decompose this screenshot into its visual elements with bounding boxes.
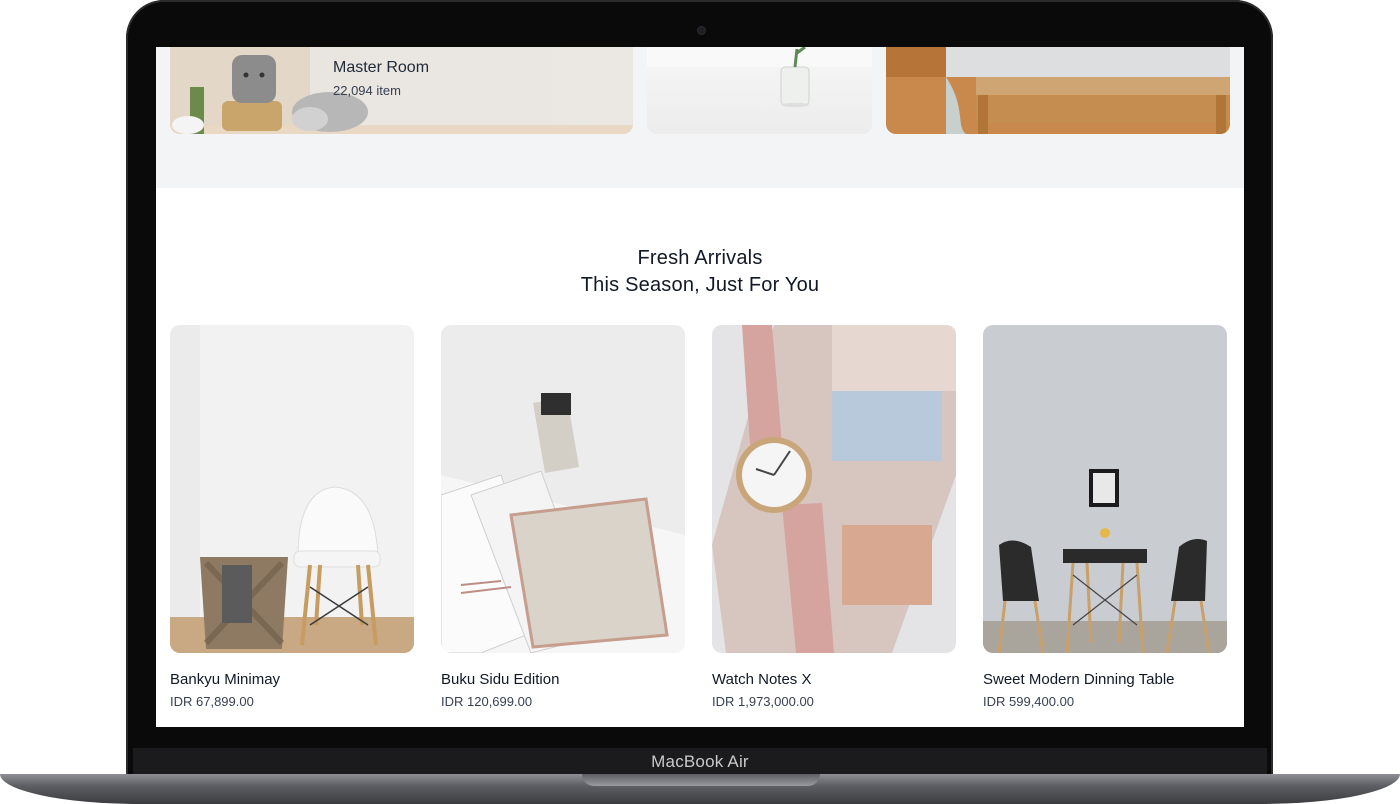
category-image xyxy=(647,47,872,107)
device-label: MacBook Air xyxy=(651,752,749,771)
product-price: IDR 67,899.00 xyxy=(170,694,254,709)
product-image[interactable] xyxy=(170,325,414,653)
camera-icon xyxy=(698,27,705,34)
product-price: IDR 120,699.00 xyxy=(441,694,533,709)
product-name[interactable]: Bankyu Minimay xyxy=(170,671,414,688)
category-count: 22,094 item xyxy=(333,83,401,98)
product-name[interactable]: Watch Notes X xyxy=(712,671,956,688)
category-title: Master Room xyxy=(333,59,430,76)
product-card[interactable]: Sweet Modern Dinning Table IDR 599,400.0… xyxy=(983,325,1227,709)
product-name[interactable]: Buku Sidu Edition xyxy=(441,671,685,688)
product-image[interactable] xyxy=(983,325,1227,653)
screen: Master Room 22,094 item Fresh Arrivals T… xyxy=(156,47,1244,727)
category-card-master-room[interactable]: Master Room 22,094 item xyxy=(170,47,633,134)
product-price: IDR 599,400.00 xyxy=(983,694,1075,709)
category-image xyxy=(886,47,1230,134)
product-name[interactable]: Sweet Modern Dinning Table xyxy=(983,671,1227,688)
product-price: IDR 1,973,000.00 xyxy=(712,694,814,709)
category-card[interactable] xyxy=(647,47,872,134)
product-card[interactable]: Bankyu Minimay IDR 67,899.00 xyxy=(170,325,414,709)
product-card[interactable]: Buku Sidu Edition IDR 120,699.00 xyxy=(441,325,685,709)
categories-section: Master Room 22,094 item xyxy=(156,47,1244,188)
laptop-notch xyxy=(582,774,820,786)
category-card[interactable] xyxy=(886,47,1230,134)
product-card[interactable]: Watch Notes X IDR 1,973,000.00 xyxy=(712,325,956,709)
section-title: Fresh Arrivals xyxy=(637,247,763,269)
section-subtitle: This Season, Just For You xyxy=(580,274,820,296)
product-image[interactable] xyxy=(712,325,956,653)
product-image[interactable] xyxy=(441,325,685,653)
